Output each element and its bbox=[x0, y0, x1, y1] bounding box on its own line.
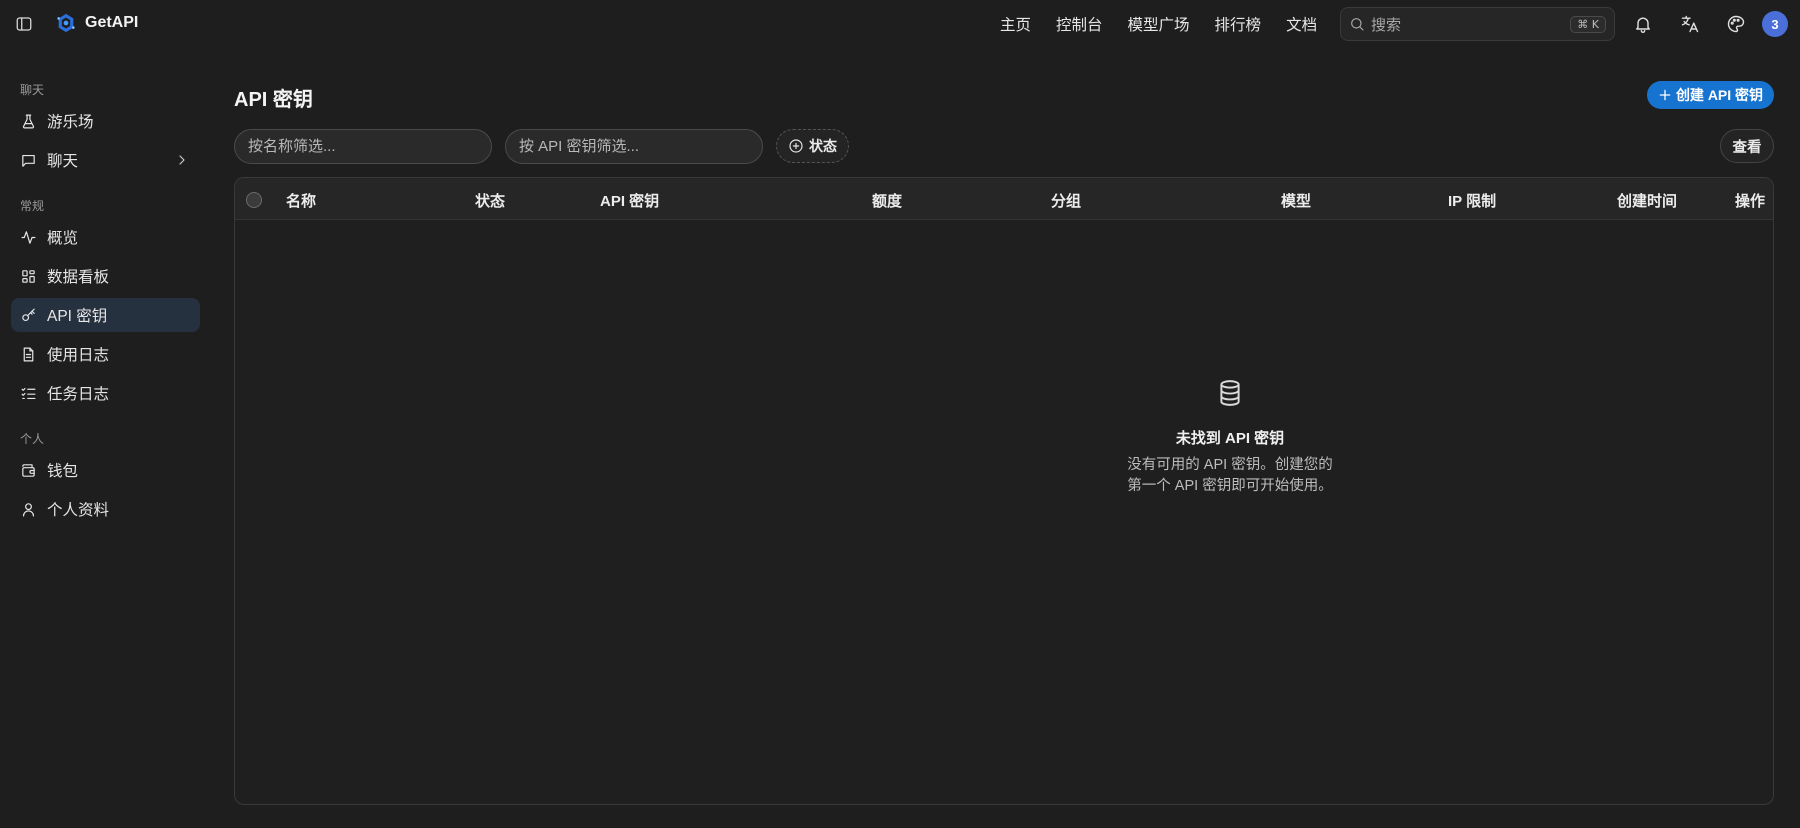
search-icon bbox=[1351, 18, 1364, 31]
sidebar-section-general: 常规 bbox=[20, 199, 45, 213]
sidebar-item-task-logs[interactable]: 任务日志 bbox=[11, 376, 200, 410]
name-filter-input[interactable] bbox=[234, 129, 492, 164]
sidebar-item-label: 聊天 bbox=[47, 153, 79, 170]
sidebar-item-usage-logs[interactable]: 使用日志 bbox=[11, 337, 200, 371]
message-square-icon bbox=[22, 154, 35, 167]
logo-icon bbox=[57, 13, 75, 33]
top-nav: 主页 控制台 模型广场 排行榜 文档 bbox=[1000, 0, 1317, 47]
app-name: GetAPI bbox=[85, 14, 139, 31]
sidebar-item-label: API 密钥 bbox=[47, 308, 108, 325]
search-shortcut-badge: ⌘ K bbox=[1570, 15, 1606, 33]
brand[interactable]: GetAPI bbox=[55, 12, 138, 34]
translate-icon[interactable] bbox=[1678, 12, 1702, 36]
dashboard-icon bbox=[22, 269, 35, 283]
sidebar-item-chat[interactable]: 聊天 bbox=[11, 143, 200, 177]
sidebar-item-dashboard[interactable]: 数据看板 bbox=[11, 259, 200, 293]
empty-state-description-line: 没有可用的 API 密钥。创建您的 bbox=[1127, 457, 1333, 473]
sidebar-item-label: 任务日志 bbox=[47, 386, 110, 403]
status-filter-label: 状态 bbox=[809, 138, 837, 154]
flask-icon bbox=[22, 114, 35, 128]
search-placeholder: 搜索 bbox=[1371, 16, 1402, 34]
search-box[interactable]: 搜索 ⌘ K bbox=[1340, 7, 1615, 41]
plus-circle-icon bbox=[789, 139, 803, 153]
main-content: API 密钥 创建 API 密钥 状态 查看 名称 状态 API 密钥 额度 分… bbox=[218, 47, 1800, 828]
sidebar: 聊天 游乐场 聊天 常规 概览 数据看板 API 密钥 使用日志 任务日志 个人… bbox=[0, 47, 218, 828]
user-icon bbox=[22, 502, 35, 516]
nav-console[interactable]: 控制台 bbox=[1056, 13, 1103, 35]
file-text-icon bbox=[23, 347, 34, 361]
sidebar-toggle-icon[interactable] bbox=[13, 13, 35, 35]
nav-home[interactable]: 主页 bbox=[1000, 13, 1031, 35]
view-options-button[interactable]: 查看 bbox=[1720, 129, 1774, 163]
sidebar-item-api-keys[interactable]: API 密钥 bbox=[11, 298, 200, 332]
empty-state: 未找到 API 密钥 没有可用的 API 密钥。创建您的 第一个 API 密钥即… bbox=[235, 178, 1773, 804]
nav-docs[interactable]: 文档 bbox=[1286, 13, 1317, 35]
bell-icon[interactable] bbox=[1631, 12, 1655, 36]
nav-model-market[interactable]: 模型广场 bbox=[1128, 13, 1190, 35]
activity-icon bbox=[21, 230, 36, 244]
sidebar-item-overview[interactable]: 概览 bbox=[11, 220, 200, 254]
sidebar-section-personal: 个人 bbox=[20, 432, 45, 446]
palette-icon[interactable] bbox=[1724, 12, 1748, 36]
nav-leaderboard[interactable]: 排行榜 bbox=[1215, 13, 1262, 35]
sidebar-item-wallet[interactable]: 钱包 bbox=[11, 453, 200, 487]
wallet-icon bbox=[22, 463, 35, 477]
sidebar-item-label: 使用日志 bbox=[47, 347, 110, 364]
sidebar-item-playground[interactable]: 游乐场 bbox=[11, 104, 200, 138]
sidebar-item-label: 概览 bbox=[47, 230, 79, 247]
empty-state-description-line: 第一个 API 密钥即可开始使用。 bbox=[1127, 478, 1333, 494]
empty-state-description: 没有可用的 API 密钥。创建您的 第一个 API 密钥即可开始使用。 bbox=[1080, 455, 1380, 497]
sidebar-item-label: 钱包 bbox=[47, 463, 79, 480]
status-filter-button[interactable]: 状态 bbox=[776, 129, 849, 163]
list-checks-icon bbox=[21, 387, 36, 399]
page-title: API 密钥 bbox=[234, 89, 313, 111]
avatar[interactable]: 3 bbox=[1762, 11, 1788, 37]
sidebar-item-label: 个人资料 bbox=[47, 502, 110, 519]
chevron-right-icon bbox=[179, 155, 185, 165]
sidebar-section-chat: 聊天 bbox=[20, 83, 45, 97]
api-keys-table: 名称 状态 API 密钥 额度 分组 模型 IP 限制 创建时间 操作 未找到 … bbox=[234, 177, 1774, 805]
empty-state-title: 未找到 API 密钥 bbox=[1175, 430, 1285, 447]
api-key-filter-input[interactable] bbox=[505, 129, 763, 164]
top-bar: GetAPI 主页 控制台 模型广场 排行榜 文档 搜索 ⌘ K 3 bbox=[0, 0, 1800, 47]
sidebar-item-label: 数据看板 bbox=[47, 269, 110, 286]
sidebar-item-label: 游乐场 bbox=[47, 114, 94, 131]
key-icon bbox=[22, 308, 35, 321]
create-api-key-label: 创建 API 密钥 bbox=[1675, 87, 1764, 103]
sidebar-item-profile[interactable]: 个人资料 bbox=[11, 492, 200, 526]
plus-icon bbox=[1659, 89, 1671, 101]
database-icon bbox=[1217, 379, 1243, 407]
create-api-key-button[interactable]: 创建 API 密钥 bbox=[1647, 81, 1774, 109]
